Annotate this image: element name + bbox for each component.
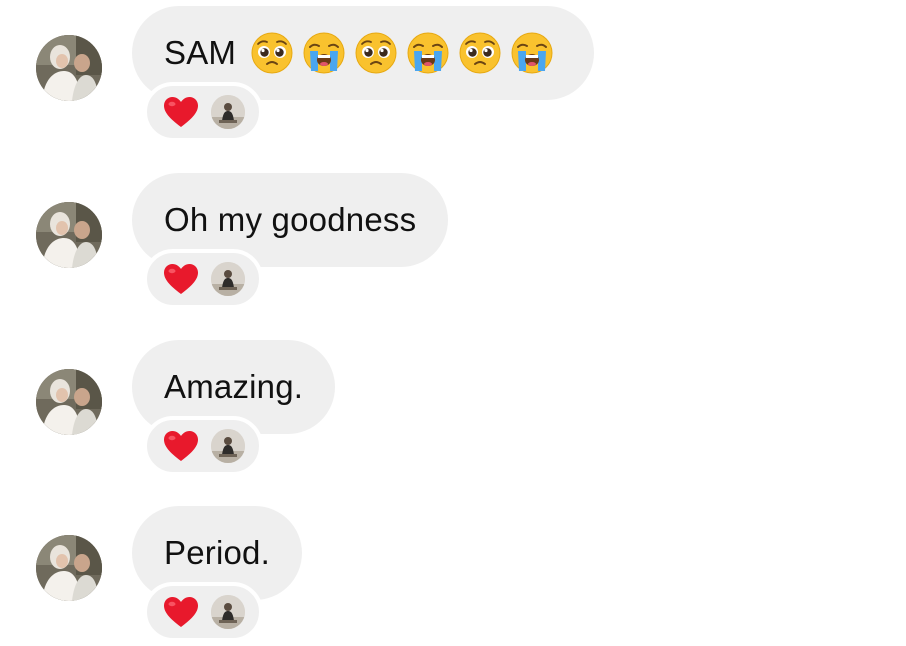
heart-icon [163, 96, 199, 128]
emoji-group [250, 31, 562, 75]
sender-avatar[interactable] [36, 369, 102, 435]
message-text: Amazing. [164, 368, 304, 405]
message-row: SAM [0, 6, 906, 146]
reaction-pill[interactable] [143, 82, 263, 142]
loudly-crying-face-emoji [302, 31, 346, 75]
reaction-pill[interactable] [143, 416, 263, 476]
pleading-face-emoji [354, 31, 398, 75]
message-text: Period. [164, 534, 270, 571]
message-text: Oh my goodness [164, 201, 417, 238]
sender-avatar[interactable] [36, 35, 102, 101]
heart-icon [163, 430, 199, 462]
sender-avatar[interactable] [36, 535, 102, 601]
pleading-face-emoji [458, 31, 502, 75]
message-row: Period. [0, 506, 906, 646]
message-text: SAM [164, 34, 237, 71]
pleading-face-emoji [250, 31, 294, 75]
sender-avatar[interactable] [36, 202, 102, 268]
reaction-pill[interactable] [143, 249, 263, 309]
reactor-avatar [211, 262, 245, 296]
reaction-pill[interactable] [143, 582, 263, 642]
loudly-crying-face-emoji [510, 31, 554, 75]
reactor-avatar [211, 595, 245, 629]
heart-icon [163, 263, 199, 295]
heart-icon [163, 596, 199, 628]
message-row: Amazing. [0, 340, 906, 480]
message-row: Oh my goodness [0, 173, 906, 313]
message-thread: SAM Oh my goodness Amazing. Period. [0, 0, 906, 646]
loudly-crying-face-emoji [406, 31, 450, 75]
reactor-avatar [211, 95, 245, 129]
reactor-avatar [211, 429, 245, 463]
